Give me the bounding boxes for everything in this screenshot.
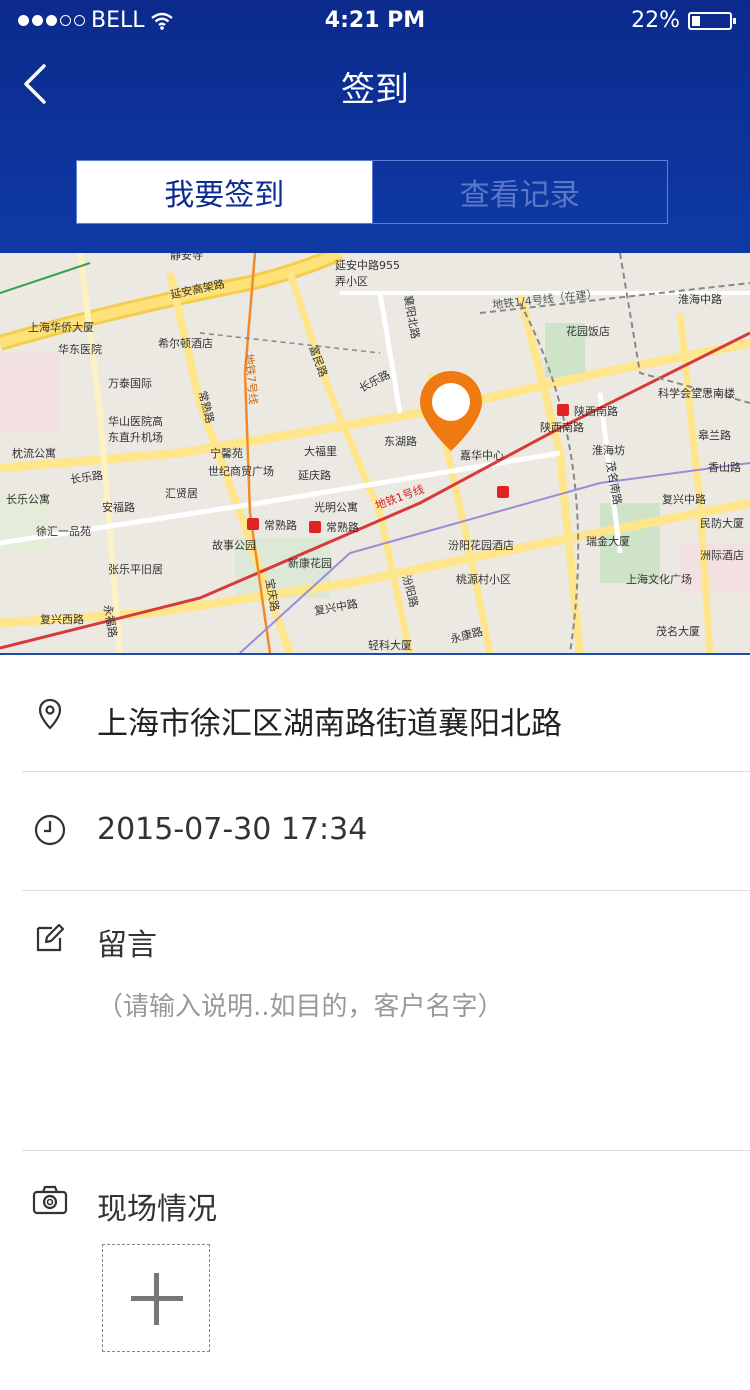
map-label: 安福路 — [102, 501, 135, 514]
map-view[interactable]: 静安寺 延安高架路 延安中路955弄小区 上海华侨大厦 华东医院 希尔顿酒店 万… — [0, 253, 750, 653]
map-label: 枕流公寓 — [12, 447, 56, 460]
map-label: 常熟路 — [264, 519, 297, 532]
map-label: 嘉华中心 — [460, 449, 504, 462]
map-label: 淮海坊 — [592, 444, 625, 457]
map-label: 东湖路 — [384, 435, 417, 448]
map-label: 民防大厦 — [700, 517, 744, 530]
message-label: 留言 — [97, 928, 157, 963]
map-label: 上海文化广场 — [626, 573, 692, 586]
map-label: 瑞金大厦 — [586, 535, 630, 548]
status-bar: BELL 4:21 PM 22% — [0, 0, 750, 40]
photo-label: 现场情况 — [97, 1192, 217, 1227]
map-label: 华山医院高东直升机场 — [108, 415, 163, 444]
map-label: 洲际酒店 — [700, 549, 744, 562]
divider — [22, 890, 750, 891]
map-label: 延庆路 — [298, 469, 331, 482]
map-label: 陕西南路 — [574, 405, 618, 418]
map-label: 陕西南路 — [540, 421, 584, 434]
page-title: 签到 — [341, 70, 409, 110]
map-label: 皋兰路 — [698, 429, 731, 442]
metro-station-icon — [497, 486, 509, 498]
metro-station-icon — [309, 521, 321, 533]
map-label: 上海华侨大厦 — [28, 321, 94, 334]
tab-check-in[interactable]: 我要签到 — [77, 161, 372, 223]
camera-icon — [32, 1185, 68, 1215]
map-label: 希尔顿酒店 — [158, 337, 213, 350]
divider — [22, 1150, 750, 1151]
location-row: 上海市徐汇区湖南路街道襄阳北路 — [22, 690, 750, 750]
map-label: 万泰国际 — [108, 377, 152, 390]
message-input[interactable]: （请输入说明..如目的，客户名字） — [97, 986, 504, 1023]
clock-icon — [34, 814, 66, 846]
time-row: 2015-07-30 17:34 — [22, 808, 750, 858]
message-row: 留言 — [22, 918, 750, 968]
map-label: 花园饭店 — [566, 325, 610, 338]
map-label: 复兴西路 — [40, 613, 84, 626]
map-label: 宁馨苑 — [210, 447, 243, 460]
map-label: 世纪商贸广场 — [208, 465, 274, 478]
map-label: 大福里 — [304, 445, 337, 458]
metro-station-icon — [557, 404, 569, 416]
battery-percent: 22% — [631, 8, 680, 33]
map-label: 复兴中路 — [662, 493, 706, 506]
map-label: 常熟路 — [326, 521, 359, 534]
divider — [22, 771, 750, 772]
photo-row: 现场情况 — [22, 1180, 750, 1230]
map-label: 张乐平旧居 — [108, 563, 163, 576]
map-roads — [0, 253, 750, 653]
map-label: 淮海中路 — [678, 293, 722, 306]
battery-icon — [688, 11, 736, 30]
add-photo-button[interactable] — [102, 1244, 210, 1352]
map-label: 光明公寓 — [314, 501, 358, 514]
map-label: 徐汇一品苑 — [36, 525, 91, 538]
map-label: 故事公园 — [212, 539, 256, 552]
map-bottom-border — [0, 653, 750, 655]
header: BELL 4:21 PM 22% 签到 我要签到 查看记录 — [0, 0, 750, 253]
map-label: 科学会堂思南楼 — [658, 387, 735, 400]
metro-station-icon — [247, 518, 259, 530]
map-label: 延安中路955弄小区 — [335, 259, 400, 288]
tab-view-records[interactable]: 查看记录 — [371, 161, 668, 223]
map-label: 茂名大厦 — [656, 625, 700, 638]
map-label: 汾阳花园酒店 — [448, 539, 514, 552]
edit-icon — [36, 923, 65, 952]
map-label: 香山路 — [708, 461, 741, 474]
map-label: 新康花园 — [288, 557, 332, 570]
check-in-time: 2015-07-30 17:34 — [97, 812, 368, 847]
map-label: 长乐公寓 — [6, 493, 50, 506]
segmented-tabs: 我要签到 查看记录 — [76, 160, 668, 224]
map-label: 汇贤居 — [165, 487, 198, 500]
location-address: 上海市徐汇区湖南路街道襄阳北路 — [97, 706, 562, 742]
map-label: 桃源村小区 — [456, 573, 511, 586]
map-label: 轻科大厦 — [368, 639, 412, 652]
map-label: 静安寺 — [170, 253, 203, 262]
map-label: 华东医院 — [58, 343, 102, 356]
location-pin-icon — [38, 698, 62, 730]
